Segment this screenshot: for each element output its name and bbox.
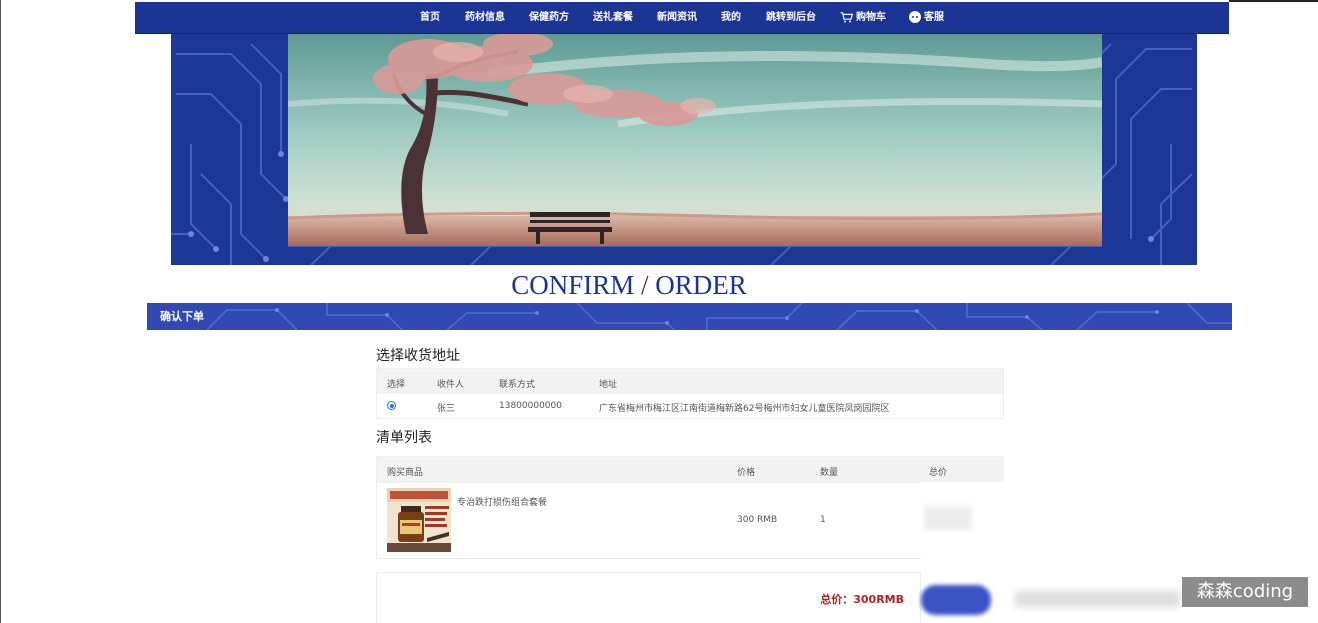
tree-bench-landscape <box>288 34 1102 246</box>
nav-home[interactable]: 首页 <box>420 2 440 34</box>
nav-cart[interactable]: 购物车 <box>840 2 886 34</box>
section-bar-label: 确认下单 <box>160 310 204 323</box>
order-header-quantity: 数量 <box>820 468 839 478</box>
address-table-header <box>377 369 1003 394</box>
page-title-text: CONFIRM / ORDER <box>511 270 747 300</box>
product-quantity: 1 <box>820 515 826 525</box>
address-header-recipient: 收件人 <box>437 380 465 390</box>
address-text: 广东省梅州市梅江区江南街道梅新路62号梅州市妇女儿童医院凤岗园院区 <box>599 404 890 414</box>
address-radio[interactable] <box>387 401 396 410</box>
medicine-jar-picture <box>387 488 451 552</box>
address-section-title: 选择收货地址 <box>376 348 460 364</box>
order-table-header <box>377 457 1004 483</box>
order-header-total: 总价 <box>929 468 948 478</box>
nav-cart-label: 购物车 <box>856 12 886 23</box>
window-edge <box>0 0 1 623</box>
product-image[interactable] <box>387 488 451 552</box>
nav-go-admin[interactable]: 跳转到后台 <box>766 2 816 34</box>
nav-herb-info[interactable]: 药材信息 <box>465 2 505 34</box>
order-header-price: 价格 <box>737 468 756 478</box>
address-phone: 13800000000 <box>499 401 562 411</box>
banner-photo <box>288 34 1102 246</box>
nav-customer-service[interactable]: 客服 <box>909 2 944 34</box>
order-items-table: 购买商品 价格 数量 总价 专治跌打损伤组合套餐 300 RMB 1 <box>376 456 1004 559</box>
product-name[interactable]: 专治跌打损伤组合套餐 <box>457 495 547 508</box>
blurred-content <box>1015 591 1180 607</box>
nav-mine[interactable]: 我的 <box>721 2 741 34</box>
address-table: 选择 收件人 联系方式 地址 张三 13800000000 广东省梅州市梅江区江… <box>376 368 1004 419</box>
nav-health-prescriptions[interactable]: 保健药方 <box>529 2 569 34</box>
address-header-select: 选择 <box>387 380 406 390</box>
section-bar: 确认下单 <box>147 303 1232 330</box>
product-total-blurred <box>924 506 972 530</box>
page-title: CONFIRM / ORDER <box>0 270 1318 301</box>
submit-order-button[interactable] <box>921 585 991 615</box>
cart-icon <box>840 11 853 22</box>
nav-service-label: 客服 <box>924 12 944 23</box>
watermark: 森森coding <box>1182 577 1308 607</box>
address-header-contact: 联系方式 <box>499 380 536 390</box>
section-bar-pattern <box>206 303 1232 330</box>
order-header-product: 购买商品 <box>387 468 424 478</box>
nav-gift-packages[interactable]: 送礼套餐 <box>593 2 633 34</box>
chat-icon <box>909 11 921 23</box>
address-recipient: 张三 <box>437 404 456 414</box>
order-total: 总价：300RMB <box>820 593 904 606</box>
list-section-title: 清单列表 <box>376 430 432 446</box>
product-price: 300 RMB <box>737 515 778 525</box>
total-box: 总价：300RMB <box>376 572 921 623</box>
top-navigation: 首页 药材信息 保健药方 送礼套餐 新闻资讯 我的 跳转到后台 购物车 客服 <box>135 2 1229 34</box>
nav-news[interactable]: 新闻资讯 <box>657 2 697 34</box>
address-header-address: 地址 <box>599 380 618 390</box>
hero-banner <box>171 34 1197 265</box>
window-edge-top <box>1229 0 1318 2</box>
